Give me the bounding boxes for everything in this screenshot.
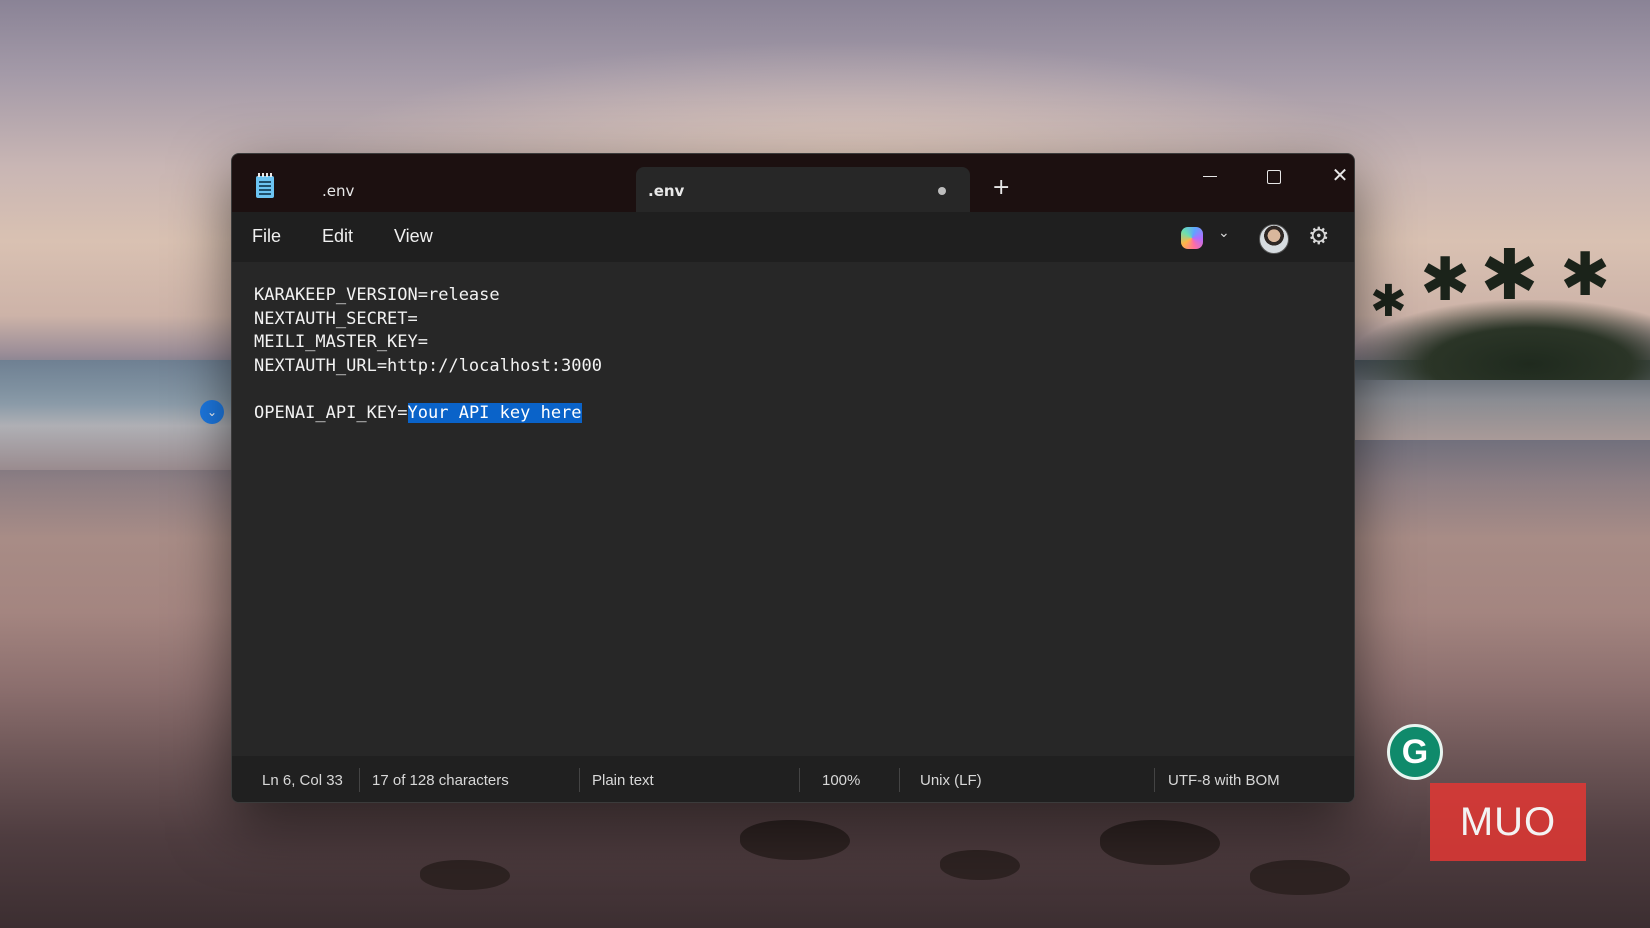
menu-file[interactable]: File xyxy=(252,226,281,247)
zoom-level[interactable]: 100% xyxy=(822,772,860,789)
selected-text[interactable]: Your API key here xyxy=(407,402,582,423)
editor-line: NEXTAUTH_URL=http://localhost:3000 xyxy=(254,355,602,376)
file-format[interactable]: Plain text xyxy=(592,772,654,789)
editor-line-prefix: OPENAI_API_KEY= xyxy=(254,402,408,423)
new-tab-button[interactable]: + xyxy=(992,177,1010,199)
beach-rock xyxy=(1250,860,1350,895)
status-divider xyxy=(359,768,360,792)
menu-bar: File Edit View ⌄ ⚙ xyxy=(232,212,1354,262)
avatar[interactable] xyxy=(1259,224,1289,254)
status-divider xyxy=(799,768,800,792)
tab-env-2-active[interactable]: .env xyxy=(636,167,970,212)
notepad-window: .env .env + ✕ File Edit View ⌄ ⚙ KARAKEE… xyxy=(231,153,1355,803)
copilot-icon[interactable] xyxy=(1181,227,1203,249)
editor-line-with-selection: OPENAI_API_KEY=Your API key here xyxy=(254,402,602,426)
tab-label: .env xyxy=(648,182,685,200)
palm-tree: ✱ xyxy=(1480,234,1539,316)
chevron-down-icon[interactable]: ⌄ xyxy=(200,400,224,424)
maximize-button[interactable] xyxy=(1254,160,1294,190)
beach-rock xyxy=(940,850,1020,880)
unsaved-dot-icon[interactable] xyxy=(938,187,946,195)
editor-line: NEXTAUTH_SECRET= xyxy=(254,308,418,329)
status-bar: Ln 6, Col 33 17 of 128 characters Plain … xyxy=(232,756,1354,802)
gear-icon[interactable]: ⚙ xyxy=(1308,222,1330,250)
menu-view[interactable]: View xyxy=(394,226,433,247)
beach-rock xyxy=(740,820,850,860)
muo-watermark-logo: MUO xyxy=(1430,783,1586,861)
beach-rock xyxy=(1100,820,1220,865)
character-count[interactable]: 17 of 128 characters xyxy=(372,772,509,789)
menu-edit[interactable]: Edit xyxy=(322,226,353,247)
status-divider xyxy=(899,768,900,792)
cursor-position[interactable]: Ln 6, Col 33 xyxy=(262,772,343,789)
chevron-down-icon[interactable]: ⌄ xyxy=(1218,225,1230,241)
beach-rock xyxy=(420,860,510,890)
palm-tree: ✱ xyxy=(1420,245,1471,315)
tab-env-1[interactable]: .env xyxy=(296,167,616,212)
minimize-icon xyxy=(1203,175,1217,178)
title-bar: .env .env + ✕ xyxy=(232,154,1354,212)
palm-tree: ✱ xyxy=(1560,240,1611,310)
maximize-icon xyxy=(1267,169,1281,184)
tab-label: .env xyxy=(322,182,355,200)
line-ending[interactable]: Unix (LF) xyxy=(920,772,982,789)
minimize-button[interactable] xyxy=(1190,160,1230,190)
text-editor[interactable]: KARAKEEP_VERSION=release NEXTAUTH_SECRET=… xyxy=(232,262,1354,749)
editor-line: KARAKEEP_VERSION=release xyxy=(254,285,500,305)
editor-line: MEILI_MASTER_KEY= xyxy=(254,332,428,352)
grammarly-icon[interactable]: G xyxy=(1387,724,1443,780)
close-button[interactable]: ✕ xyxy=(1320,160,1354,190)
editor-content[interactable]: KARAKEEP_VERSION=release NEXTAUTH_SECRET=… xyxy=(254,284,602,425)
status-divider xyxy=(1154,768,1155,792)
palm-tree: ✱ xyxy=(1370,276,1407,327)
encoding[interactable]: UTF-8 with BOM xyxy=(1168,772,1280,789)
notepad-app-icon xyxy=(256,173,274,198)
status-divider xyxy=(579,768,580,792)
